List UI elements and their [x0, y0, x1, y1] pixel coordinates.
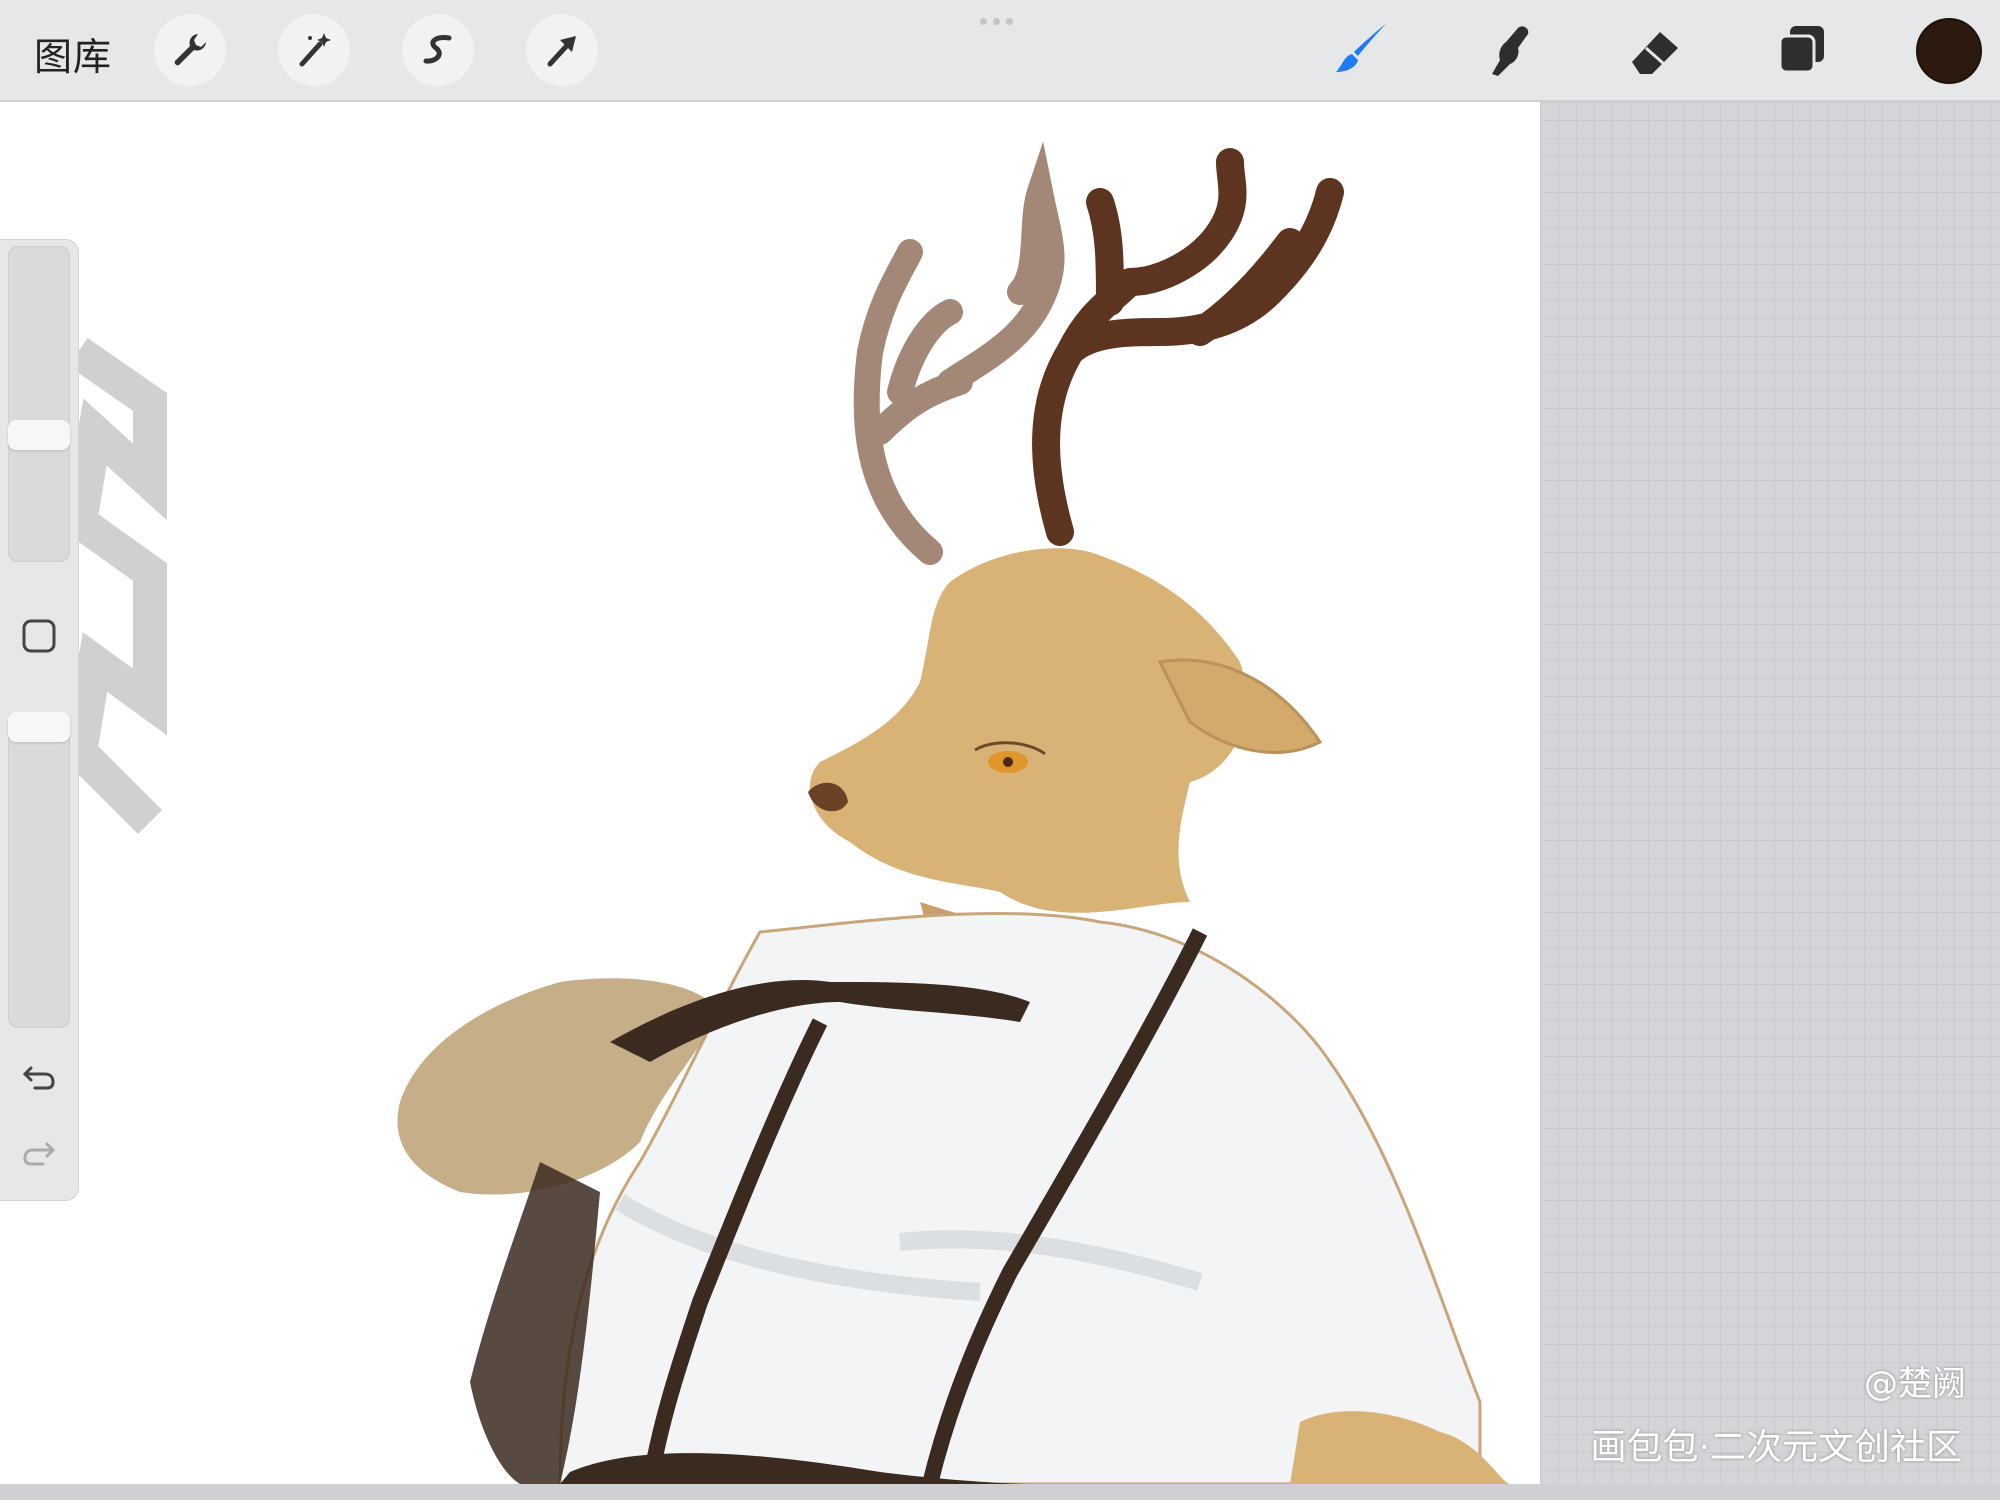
opacity-thumb[interactable] [8, 712, 70, 742]
wrench-icon[interactable] [154, 14, 226, 86]
smudge-finger-icon[interactable] [1478, 18, 1542, 82]
bottom-edge [0, 1484, 2000, 1500]
selection-s-icon[interactable] [402, 14, 474, 86]
brush-icon[interactable] [1330, 18, 1394, 82]
square-modify-icon[interactable] [17, 614, 61, 658]
arrow-cursor-icon[interactable] [526, 14, 598, 86]
side-toolbar [0, 240, 78, 1200]
drawing-canvas[interactable] [0, 102, 1540, 1484]
watermark-author: @楚阙 [1864, 1364, 1966, 1404]
deer-artwork [61, 141, 1510, 1484]
gallery-button[interactable]: 图库 [34, 26, 112, 81]
undo-arrow-icon[interactable] [17, 1054, 61, 1098]
eraser-icon[interactable] [1624, 18, 1688, 82]
top-toolbar: 图库 [0, 0, 2000, 102]
layers-icon[interactable] [1770, 18, 1834, 82]
opacity-slider[interactable] [8, 712, 70, 1028]
color-picker-button[interactable] [1916, 18, 1982, 84]
toolbar-grabber[interactable] [980, 18, 1020, 28]
brush-size-slider[interactable] [8, 246, 70, 562]
redo-arrow-icon[interactable] [17, 1130, 61, 1174]
watermark-site: 画包包·二次元文创社区 [1590, 1427, 1962, 1468]
magic-wand-icon[interactable] [278, 14, 350, 86]
brush-size-thumb[interactable] [8, 420, 70, 450]
canvas-background-grid [1540, 102, 2000, 1484]
